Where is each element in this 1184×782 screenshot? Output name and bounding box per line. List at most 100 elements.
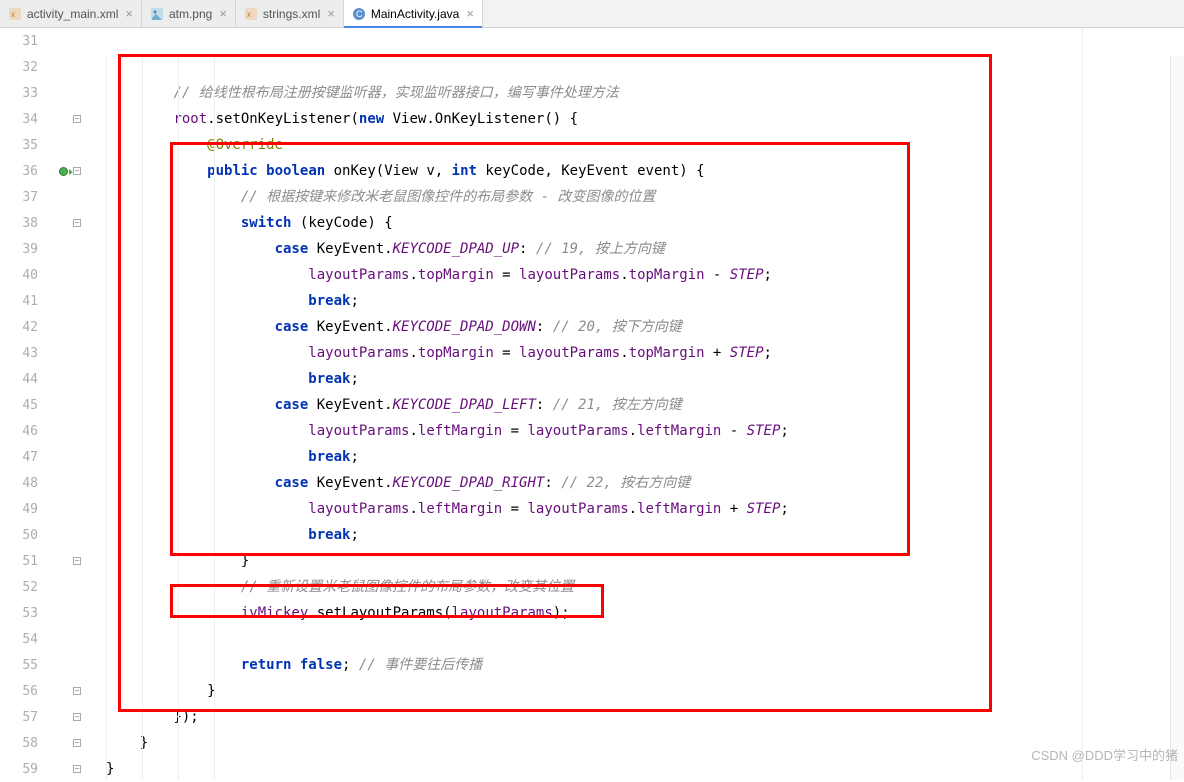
close-icon[interactable]: ×	[123, 6, 133, 21]
code-line[interactable]: }	[82, 678, 1184, 704]
close-icon[interactable]: ×	[325, 6, 335, 21]
xml-file-icon: x	[8, 7, 22, 21]
close-icon[interactable]: ×	[464, 6, 474, 21]
indent-guide	[106, 56, 107, 780]
gutter-marker	[56, 626, 70, 652]
fold-close-icon[interactable]: −	[73, 739, 81, 747]
gutter-marker	[56, 80, 70, 106]
tab-label: atm.png	[169, 7, 212, 21]
svg-text:x: x	[247, 10, 251, 19]
gutter-marker	[56, 184, 70, 210]
tab-activity-main-xml[interactable]: x activity_main.xml ×	[0, 0, 142, 27]
gutter-marker	[56, 522, 70, 548]
line-number: 40	[0, 262, 38, 288]
code-line[interactable]: });	[82, 704, 1184, 730]
code-line[interactable]: layoutParams.leftMargin = layoutParams.l…	[82, 496, 1184, 522]
tab-label: activity_main.xml	[27, 7, 118, 21]
code-line[interactable]: case KeyEvent.KEYCODE_DPAD_LEFT: // 21, …	[82, 392, 1184, 418]
close-icon[interactable]: ×	[217, 6, 227, 21]
fold-close-icon[interactable]: −	[73, 765, 81, 773]
code-line[interactable]: }	[82, 756, 1184, 780]
code-line[interactable]: root.setOnKeyListener(new View.OnKeyList…	[82, 106, 1184, 132]
indent-guide	[178, 56, 179, 780]
code-line[interactable]: public boolean onKey(View v, int keyCode…	[82, 158, 1184, 184]
gutter-marker	[56, 54, 70, 80]
code-line[interactable]: // 给线性根布局注册按键监听器，实现监听器接口，编写事件处理方法	[82, 80, 1184, 106]
gutter-marker	[56, 314, 70, 340]
code-line[interactable]: case KeyEvent.KEYCODE_DPAD_UP: // 19, 按上…	[82, 236, 1184, 262]
line-number: 45	[0, 392, 38, 418]
line-number: 32	[0, 54, 38, 80]
gutter-marker	[56, 106, 70, 132]
code-content[interactable]: // 给线性根布局注册按键监听器，实现监听器接口，编写事件处理方法 root.s…	[82, 28, 1184, 780]
fold-gutter: − − − − − − − −	[70, 28, 82, 780]
line-number: 34	[0, 106, 38, 132]
gutter-marker	[56, 418, 70, 444]
marker-gutter	[56, 28, 70, 780]
line-number: 54	[0, 626, 38, 652]
indent-guide	[142, 56, 143, 780]
code-line[interactable]: layoutParams.topMargin = layoutParams.to…	[82, 340, 1184, 366]
line-number: 36	[0, 158, 38, 184]
code-line[interactable]: // 重新设置米老鼠图像控件的布局参数，改变其位置	[82, 574, 1184, 600]
svg-text:x: x	[11, 10, 15, 19]
vertical-scrollbar[interactable]	[1170, 56, 1184, 780]
tab-atm-png[interactable]: atm.png ×	[142, 0, 236, 27]
indent-guide	[214, 56, 215, 780]
line-number: 41	[0, 288, 38, 314]
fold-open-icon[interactable]: −	[73, 219, 81, 227]
code-editor[interactable]: 3132333435363738394041424344454647484950…	[0, 28, 1184, 780]
code-line[interactable]: @Override	[82, 132, 1184, 158]
gutter-marker	[56, 288, 70, 314]
xml-file-icon: x	[244, 7, 258, 21]
tab-label: strings.xml	[263, 7, 320, 21]
code-line[interactable]: break;	[82, 366, 1184, 392]
fold-open-icon[interactable]: −	[73, 167, 81, 175]
code-line[interactable]: break;	[82, 522, 1184, 548]
line-number: 37	[0, 184, 38, 210]
code-line[interactable]: break;	[82, 444, 1184, 470]
fold-close-icon[interactable]: −	[73, 557, 81, 565]
code-line[interactable]	[82, 54, 1184, 80]
tab-strings-xml[interactable]: x strings.xml ×	[236, 0, 344, 27]
line-number: 47	[0, 444, 38, 470]
fold-open-icon[interactable]: −	[73, 115, 81, 123]
code-line[interactable]: return false; // 事件要往后传播	[82, 652, 1184, 678]
fold-close-icon[interactable]: −	[73, 687, 81, 695]
code-line[interactable]: // 根据按键来修改米老鼠图像控件的布局参数 - 改变图像的位置	[82, 184, 1184, 210]
code-line[interactable]: }	[82, 730, 1184, 756]
line-number: 38	[0, 210, 38, 236]
code-line[interactable]: ivMickey.setLayoutParams(layoutParams);	[82, 600, 1184, 626]
gutter-marker	[56, 392, 70, 418]
gutter-marker	[56, 236, 70, 262]
code-line[interactable]: layoutParams.topMargin = layoutParams.to…	[82, 262, 1184, 288]
code-line[interactable]	[82, 626, 1184, 652]
gutter-marker	[56, 158, 70, 184]
gutter-marker	[56, 548, 70, 574]
gutter-marker	[56, 756, 70, 782]
gutter-marker	[56, 470, 70, 496]
gutter-marker	[56, 444, 70, 470]
line-number: 50	[0, 522, 38, 548]
line-number: 48	[0, 470, 38, 496]
line-number: 44	[0, 366, 38, 392]
gutter-marker	[56, 28, 70, 54]
tab-label: MainActivity.java	[371, 7, 459, 21]
code-line[interactable]: case KeyEvent.KEYCODE_DPAD_RIGHT: // 22,…	[82, 470, 1184, 496]
code-line[interactable]: layoutParams.leftMargin = layoutParams.l…	[82, 418, 1184, 444]
fold-close-icon[interactable]: −	[73, 713, 81, 721]
code-line[interactable]	[82, 28, 1184, 54]
line-number: 43	[0, 340, 38, 366]
line-number: 58	[0, 730, 38, 756]
watermark-text: CSDN @DDD学习中的猪	[1031, 745, 1178, 764]
svg-text:C: C	[356, 9, 363, 19]
gutter-marker	[56, 678, 70, 704]
code-line[interactable]: switch (keyCode) {	[82, 210, 1184, 236]
gutter-marker	[56, 340, 70, 366]
code-line[interactable]: break;	[82, 288, 1184, 314]
tab-main-activity-java[interactable]: C MainActivity.java ×	[344, 0, 483, 27]
code-line[interactable]: case KeyEvent.KEYCODE_DPAD_DOWN: // 20, …	[82, 314, 1184, 340]
line-number: 46	[0, 418, 38, 444]
run-marker-icon[interactable]	[59, 167, 68, 176]
code-line[interactable]: }	[82, 548, 1184, 574]
